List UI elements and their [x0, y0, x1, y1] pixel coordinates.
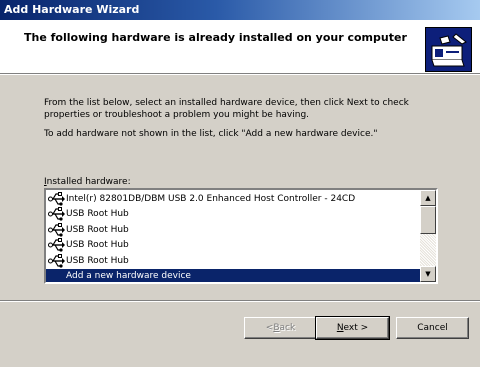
footer-divider: [0, 300, 480, 302]
title-bar[interactable]: Add Hardware Wizard: [0, 0, 480, 20]
list-item[interactable]: USB Root Hub: [46, 207, 422, 223]
usb-icon: [48, 207, 66, 221]
label-text: nstalled hardware:: [46, 177, 131, 187]
wizard-header: The following hardware is already instal…: [0, 20, 480, 73]
blank-icon-slot: [48, 269, 66, 282]
list-rows: Intel(r) 82801DB/DBM USB 2.0 Enhanced Ho…: [46, 191, 422, 282]
list-item-add-new-device[interactable]: Add a new hardware device: [46, 268, 422, 282]
next-label: ext >: [343, 323, 369, 333]
installed-hardware-list[interactable]: Intel(r) 82801DB/DBM USB 2.0 Enhanced Ho…: [44, 188, 438, 284]
window-title: Add Hardware Wizard: [4, 3, 140, 16]
next-button[interactable]: Next >: [315, 316, 390, 340]
wizard-content: From the list below, select an installed…: [0, 75, 480, 367]
usb-icon: [48, 222, 66, 237]
list-item[interactable]: USB Root Hub: [46, 253, 422, 269]
usb-icon: [48, 191, 66, 206]
list-item-label: Intel(r) 82801DB/DBM USB 2.0 Enhanced Ho…: [66, 193, 356, 204]
list-item[interactable]: Intel(r) 82801DB/DBM USB 2.0 Enhanced Ho…: [46, 191, 422, 207]
list-item-label: USB Root Hub: [66, 255, 129, 266]
hardware-wizard-icon: [425, 27, 472, 72]
page-heading: The following hardware is already instal…: [24, 31, 407, 44]
usb-icon: [48, 253, 66, 268]
scroll-thumb[interactable]: [420, 206, 436, 234]
scroll-down-button[interactable]: ▼: [420, 266, 436, 282]
list-item-label: USB Root Hub: [66, 209, 129, 220]
usb-icon: [48, 238, 66, 252]
add-hardware-note: To add hardware not shown in the list, c…: [44, 129, 378, 139]
list-item[interactable]: USB Root Hub: [46, 222, 422, 238]
back-label: ack: [279, 323, 296, 333]
vertical-scrollbar[interactable]: ▲ ▼: [420, 190, 436, 282]
list-item-label: Add a new hardware device: [66, 271, 191, 282]
cancel-button[interactable]: Cancel: [396, 317, 469, 339]
list-item[interactable]: USB Root Hub: [46, 238, 422, 254]
scroll-up-button[interactable]: ▲: [420, 190, 436, 206]
list-item-label: USB Root Hub: [66, 240, 129, 251]
installed-hardware-label: Installed hardware:: [44, 177, 131, 187]
back-button[interactable]: < Back: [244, 317, 317, 339]
instruction-text: From the list below, select an installed…: [44, 98, 409, 120]
back-prefix: <: [265, 323, 274, 333]
next-accelerator: N: [336, 323, 344, 333]
list-item-label: USB Root Hub: [66, 224, 129, 235]
